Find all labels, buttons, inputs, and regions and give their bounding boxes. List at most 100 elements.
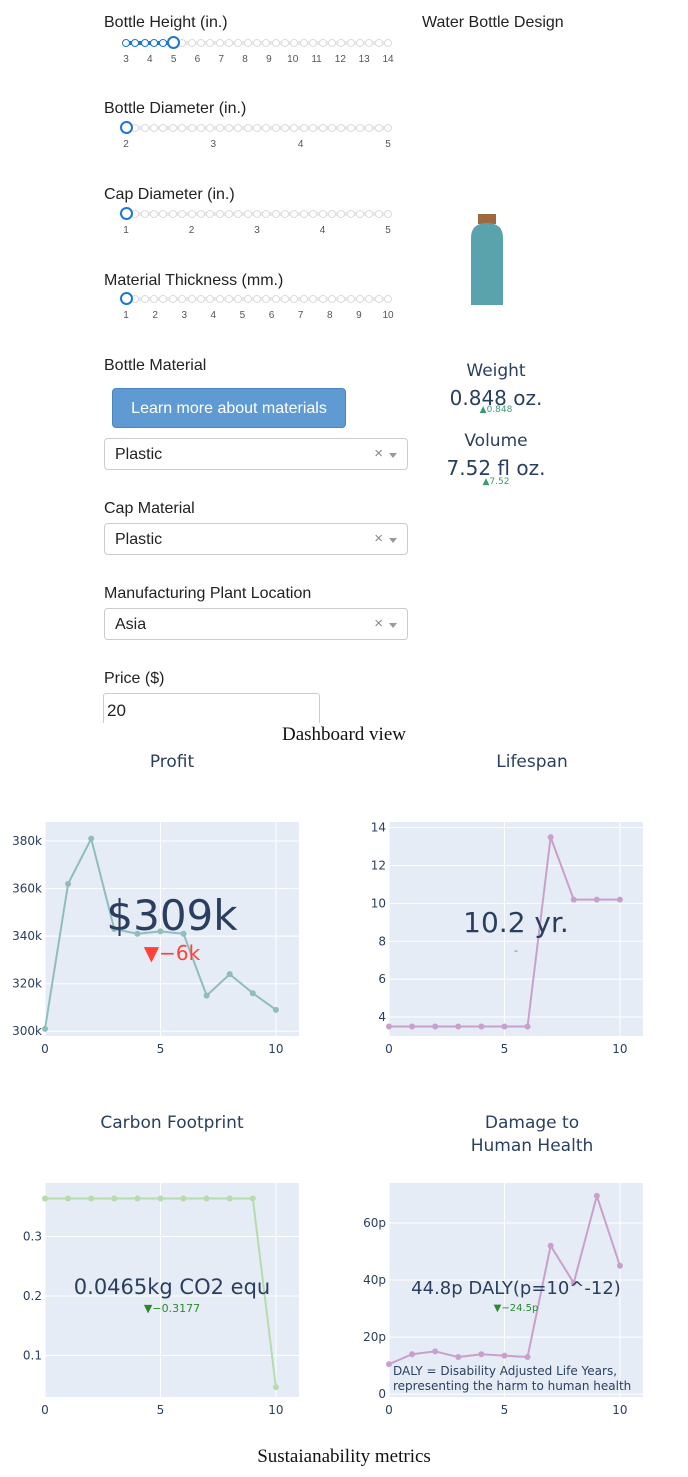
slider-handle[interactable] [119,207,133,220]
slider-step-dot [299,295,308,303]
plant-location-label: Manufacturing Plant Location [104,585,312,602]
x-tick-label: 5 [501,1042,509,1056]
learn-materials-button[interactable]: Learn more about materials [112,388,346,428]
y-tick-label: 14 [371,821,386,835]
slider-step-dot [150,210,159,218]
x-tick-label: 10 [268,1042,283,1056]
slider-step-dot [196,210,205,218]
slider-step-dot [271,124,280,132]
y-tick-label: 0.2 [23,1289,42,1303]
slider-step-dot [281,124,290,132]
slider-handle[interactable] [119,292,133,305]
slider-step-dot [187,295,196,303]
data-point [616,896,623,903]
slider-step-dot [262,39,271,47]
slider-step-dot [150,124,159,132]
slider-step-dot [243,39,252,47]
y-tick-label: 20p [363,1330,386,1344]
slider-step-dot [187,39,196,47]
slider-tick-label: 4 [319,225,326,236]
profit-chart: 0 5 10 300k 320k 340k 360k 380k $309k▼−6k [12,822,299,1056]
slider-step-dot [337,295,346,303]
design-title: Water Bottle Design [422,14,564,31]
data-point [432,1023,439,1030]
bottle-diameter-slider[interactable] [119,121,392,134]
slider-tick-label: 2 [152,310,158,321]
slider-step-dot [206,124,215,132]
y-tick-label: 320k [12,977,42,991]
clear-icon[interactable]: × [374,615,383,632]
price-input[interactable] [103,693,320,723]
slider-step-dot [206,39,215,47]
damage-title-line2: Human Health [470,1136,594,1156]
slider-step-dot [215,210,224,218]
slider-tick-label: 3 [181,310,187,321]
slider-tick-label: 5 [239,310,246,321]
slider-tick-label: 8 [326,310,333,321]
slider-step-dot [355,295,364,303]
cap-material-dropdown[interactable]: Plastic × [104,523,408,555]
data-point [249,990,256,997]
data-point [478,1023,485,1030]
plant-location-dropdown[interactable]: Asia × [104,608,408,640]
slider-step-dot [318,210,327,218]
slider-step-dot [140,39,149,47]
cap-diameter-ticks: 1 2 3 4 5 [120,225,392,239]
data-point [272,1384,279,1391]
y-tick-label: 60p [363,1216,386,1230]
damage-chart: 0 5 10 0 20p 40p 60p 44.8p DALY(p=10^-12) ▼−24.5… [363,1183,643,1417]
data-point [524,1023,531,1030]
data-point [203,992,210,999]
slider-step-dot [384,210,392,218]
indicator-delta: ▼−0.3177 [144,1302,200,1315]
data-point [547,834,554,841]
slider-step-dot [290,295,299,303]
bottle-preview [471,214,503,305]
slider-step-dot [234,295,243,303]
bottle-cap-shape [478,214,496,224]
slider-step-dot [131,295,140,303]
cap-material-value: Plastic [115,531,163,548]
slider-step-dot [374,124,383,132]
slider-handle[interactable] [119,121,133,134]
slider-step-dot [253,295,261,303]
volume-delta: ▲7.52 [482,477,510,487]
slider-step-dot [327,210,336,218]
annotation-text: DALY = Disability Adjusted Life Years, [393,1364,617,1378]
x-tick-label: 0 [385,1042,393,1056]
slider-step-dot [281,210,290,218]
slider-step-dot [309,295,318,303]
slider-step-dot [140,295,149,303]
clear-icon[interactable]: × [374,445,383,462]
chevron-down-icon[interactable] [389,453,397,458]
slider-step-dot [262,295,271,303]
clear-icon[interactable]: × [374,530,383,547]
bottle-diameter-ticks: 2 3 4 5 [120,139,392,153]
slider-step-dot [196,39,205,47]
slider-step-dot [122,39,130,47]
slider-step-dot [253,39,261,47]
slider-step-dot [243,124,252,132]
slider-step-dot [271,295,280,303]
bottle-height-slider[interactable] [120,36,392,49]
data-point [455,1023,462,1030]
slider-handle[interactable] [167,36,181,49]
material-thickness-slider[interactable] [119,292,392,305]
chevron-down-icon[interactable] [389,538,397,543]
slider-step-dot [234,210,243,218]
slider-step-dot [243,210,252,218]
bottle-height-ticks: 3 4 5 6 7 8 9 10 11 12 13 14 [120,54,393,68]
cap-diameter-slider[interactable] [119,207,392,220]
slider-step-dot [309,210,318,218]
weight-label: Weight [466,361,526,381]
slider-tick-label: 4 [210,310,217,321]
price-label: Price ($) [104,670,165,687]
annotation-text: representing the harm to human health [393,1379,631,1393]
slider-step-dot [150,39,159,47]
chevron-down-icon[interactable] [389,623,397,628]
metrics-caption: Sustaianability metrics [257,1446,431,1467]
slider-step-dot [159,124,168,132]
slider-step-dot [206,210,215,218]
slider-tick-label: 2 [188,225,195,236]
bottle-material-dropdown[interactable]: Plastic × [104,438,408,470]
